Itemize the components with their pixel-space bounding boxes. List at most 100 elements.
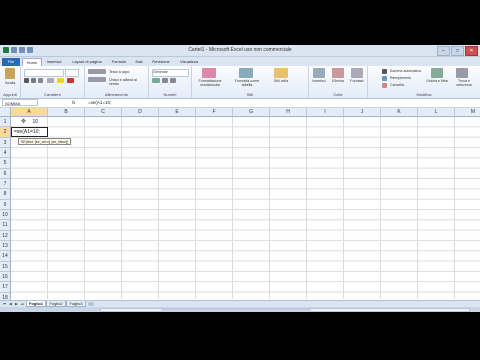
autosum-button[interactable]: Somma automatica [390,69,435,73]
align-top-icon[interactable] [88,69,106,74]
row-header-14[interactable]: 14 [0,251,11,262]
column-header-i[interactable]: I [307,108,344,117]
formula-input[interactable]: =se(A1=10; [88,99,111,107]
horizontal-scrollbar[interactable] [100,308,470,312]
column-header-d[interactable]: D [122,108,159,117]
cell-a2-editing[interactable]: =se(A1=10; [11,127,48,137]
row-header-7[interactable]: 7 [0,178,11,190]
cell-styles-button[interactable]: Stili cella [266,79,296,83]
cell-styles-icon[interactable] [274,68,288,78]
column-header-g[interactable]: G [233,108,270,117]
font-color-icon[interactable] [67,78,74,83]
tab-formulas[interactable]: Formule [108,58,130,66]
close-button[interactable]: ✕ [465,46,478,56]
font-size-select[interactable] [65,69,79,77]
fill-color-icon[interactable] [57,78,64,83]
format-cells-icon[interactable] [351,68,363,78]
row-header-5[interactable]: 5 [0,158,11,169]
column-header-j[interactable]: J [344,108,381,117]
row-header-15[interactable]: 15 [0,261,11,272]
align-left-icon[interactable] [88,77,106,82]
column-header-l[interactable]: L [418,108,455,117]
cell-a1[interactable]: 10 [11,117,48,127]
insert-cells-button[interactable]: Inserisci [309,79,329,83]
alignment-group: Testo a capo Unisci e allinea al centro … [85,66,149,98]
spreadsheet-grid[interactable]: 10 ✥ =se(A1=10; SE(test; [se_vero]; [se_… [0,108,480,303]
cells-group: Inserisci Elimina Formato Celle [309,66,368,98]
excel-window: Cartel1 - Microsoft Excel uso non commer… [0,45,480,312]
underline-icon[interactable] [38,78,43,83]
last-sheet-icon[interactable]: ⏭ [20,302,25,306]
sort-filter-button[interactable]: Ordina e filtra [424,79,450,83]
format-cells-button[interactable]: Formato [347,79,367,83]
conditional-format-icon[interactable] [202,68,216,78]
delete-cells-icon[interactable] [332,68,344,78]
styles-group: Formattazione condizionale Formatta come… [192,66,309,98]
row-header-6[interactable]: 6 [0,168,11,179]
column-header-a[interactable]: A [11,108,48,117]
column-header-b[interactable]: B [48,108,85,117]
row-header-8[interactable]: 8 [0,189,11,200]
borders-icon[interactable] [47,78,54,83]
next-sheet-icon[interactable]: ▶ [14,302,19,306]
tab-review[interactable]: Revisione [148,58,174,66]
tab-file[interactable]: File [2,58,20,66]
new-sheet-icon[interactable] [88,302,94,306]
window-title: Cartel1 - Microsoft Excel uso non commer… [188,47,292,53]
insert-cells-icon[interactable] [313,68,325,78]
find-select-icon[interactable] [456,68,468,78]
scrollbar-thumb[interactable] [161,309,311,312]
find-select-button[interactable]: Trova e seleziona [450,79,478,87]
row-header-4[interactable]: 4 [0,147,11,159]
font-name-select[interactable] [24,69,64,77]
first-sheet-icon[interactable]: ⏮ [2,302,7,306]
column-header-k[interactable]: K [381,108,418,117]
tab-insert[interactable]: Inserisci [42,58,66,66]
percent-icon[interactable] [162,78,168,83]
maximize-button[interactable]: □ [451,46,464,56]
row-header-13[interactable]: 13 [0,240,11,252]
tab-view[interactable]: Visualizza [176,58,202,66]
tab-data[interactable]: Dati [132,58,146,66]
format-as-table-icon[interactable] [239,68,253,78]
column-header-m[interactable]: M [455,108,480,117]
select-all-corner[interactable] [0,108,11,117]
comma-style-icon[interactable] [170,78,176,83]
prev-sheet-icon[interactable]: ◀ [8,302,13,306]
clear-button[interactable]: Cancella [390,83,435,87]
row-header-17[interactable]: 17 [0,282,11,293]
row-header-16[interactable]: 16 [0,271,11,283]
row-header-12[interactable]: 12 [0,230,11,241]
column-header-h[interactable]: H [270,108,307,117]
row-header-2[interactable]: 2 [0,127,11,138]
delete-cells-button[interactable]: Elimina [328,79,348,83]
column-header-f[interactable]: F [196,108,233,117]
name-box[interactable]: SOMMA [2,99,38,106]
sort-filter-icon[interactable] [431,68,443,78]
cell-cursor-icon: ✥ [21,119,27,125]
conditional-format-button[interactable]: Formattazione condizionale [192,79,228,87]
merge-center-button[interactable]: Unisci e allinea al centro [109,78,147,86]
format-as-table-button[interactable]: Formatta come tabella [230,79,264,87]
number-group-label: Numeri [163,92,177,97]
row-header-1[interactable]: 1 [0,117,11,128]
bold-icon[interactable] [24,78,29,83]
row-header-11[interactable]: 11 [0,220,11,231]
row-header-10[interactable]: 10 [0,209,11,221]
paste-icon[interactable] [5,68,15,79]
column-header-e[interactable]: E [159,108,196,117]
wrap-text-button[interactable]: Testo a capo [109,70,147,74]
paste-label[interactable]: Incolla [0,81,20,85]
tab-page-layout[interactable]: Layout di pagina [68,58,106,66]
minimize-button[interactable]: – [437,46,450,56]
cell-area[interactable] [11,117,480,299]
row-header-3[interactable]: 3 [0,137,11,148]
fill-down-icon [382,76,387,81]
currency-icon[interactable] [152,78,160,83]
column-header-c[interactable]: C [85,108,122,117]
title-bar: Cartel1 - Microsoft Excel uso non commer… [0,45,480,57]
fx-icon[interactable]: fx [72,99,76,107]
window-controls: – □ ✕ [437,46,478,56]
italic-icon[interactable] [31,78,36,83]
row-header-9[interactable]: 9 [0,199,11,210]
